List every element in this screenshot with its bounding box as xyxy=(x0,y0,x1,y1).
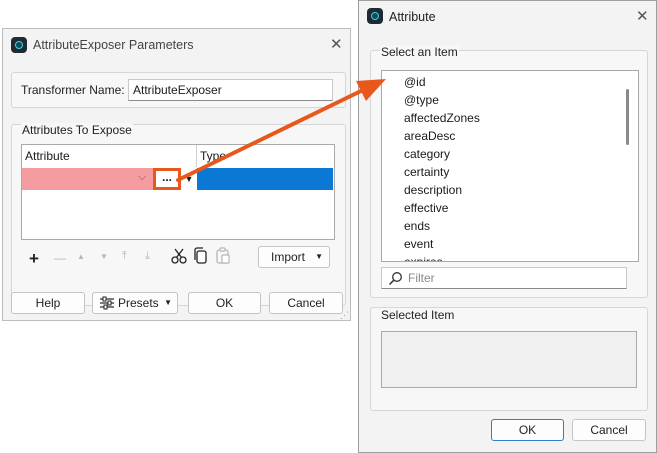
chevron-down-icon[interactable]: ⌵ xyxy=(138,171,146,184)
ok-button[interactable]: OK xyxy=(491,419,564,441)
list-item[interactable]: description xyxy=(404,183,462,197)
attribute-list[interactable]: @id @type affectedZones areaDesc categor… xyxy=(381,70,639,262)
resize-grip-icon[interactable]: ⋰ xyxy=(340,310,349,321)
dialog-title: AttributeExposer Parameters xyxy=(33,38,194,52)
selected-item-label: Selected Item xyxy=(380,308,456,322)
title-bar: AttributeExposer Parameters ✕ xyxy=(3,29,350,61)
title-bar: Attribute ✕ xyxy=(359,1,656,33)
close-icon[interactable]: ✕ xyxy=(330,37,343,52)
list-item[interactable]: @id xyxy=(404,75,426,89)
attribute-name-cell[interactable]: ⌵ xyxy=(22,168,153,190)
type-dropdown-arrow-icon[interactable]: ▼ xyxy=(181,168,197,190)
attributes-group-label: Attributes To Expose xyxy=(21,123,133,137)
list-item[interactable]: affectedZones xyxy=(404,111,480,125)
dialog-title: Attribute xyxy=(389,10,436,24)
selected-item-box xyxy=(381,331,637,388)
help-button[interactable]: Help xyxy=(11,292,85,314)
list-item[interactable]: event xyxy=(404,237,433,251)
column-header-attribute[interactable]: Attribute xyxy=(22,145,197,167)
fme-app-icon xyxy=(11,37,27,53)
fme-app-icon xyxy=(367,8,383,24)
search-icon xyxy=(388,272,402,286)
chevron-down-icon: ▼ xyxy=(315,252,323,261)
move-to-top-button[interactable]: ⤒ xyxy=(122,251,127,262)
column-header-type[interactable]: Type xyxy=(197,145,333,167)
list-item[interactable]: effective xyxy=(404,201,448,215)
filter-placeholder: Filter xyxy=(408,271,435,285)
add-row-button[interactable]: + xyxy=(29,250,39,267)
list-item[interactable]: @type xyxy=(404,93,439,107)
attributes-table: Attribute Type ⌵ ... ▼ xyxy=(21,144,335,240)
select-item-group: Select an Item @id @type affectedZones a… xyxy=(370,45,648,298)
transformer-name-label: Transformer Name: xyxy=(21,83,125,97)
attribute-picker-dialog: Attribute ✕ Select an Item @id @type aff… xyxy=(358,0,657,453)
selected-item-group: Selected Item xyxy=(370,307,648,411)
cut-icon[interactable] xyxy=(170,247,188,265)
list-item[interactable]: certainty xyxy=(404,165,449,179)
remove-row-button[interactable]: — xyxy=(54,252,66,264)
list-item[interactable]: category xyxy=(404,147,450,161)
ok-button[interactable]: OK xyxy=(188,292,261,314)
cancel-button[interactable]: Cancel xyxy=(572,419,646,441)
cancel-button[interactable]: Cancel xyxy=(269,292,343,314)
move-down-button[interactable]: ▼ xyxy=(100,253,108,261)
import-dropdown-button[interactable]: Import ▼ xyxy=(258,246,330,268)
copy-icon[interactable] xyxy=(193,247,209,265)
list-item[interactable]: areaDesc xyxy=(404,129,455,143)
attributeexposer-parameters-dialog: AttributeExposer Parameters ✕ Transforme… xyxy=(2,28,351,321)
list-item[interactable]: ends xyxy=(404,219,430,233)
import-button-label: Import xyxy=(271,250,306,264)
list-item[interactable]: expires xyxy=(404,255,443,261)
presets-dropdown-button[interactable]: Presets ▼ xyxy=(92,292,178,314)
chevron-down-icon: ▼ xyxy=(164,298,172,307)
list-scrollbar[interactable] xyxy=(626,89,629,145)
transformer-name-input[interactable]: AttributeExposer xyxy=(128,79,333,101)
paste-icon[interactable] xyxy=(215,247,231,265)
attribute-type-cell[interactable] xyxy=(197,168,333,190)
presets-button-label: Presets xyxy=(118,296,159,310)
move-up-button[interactable]: ▲ xyxy=(77,253,85,261)
ellipsis-button[interactable]: ... xyxy=(153,168,181,190)
move-to-bottom-button[interactable]: ⤓ xyxy=(145,251,150,262)
close-icon[interactable]: ✕ xyxy=(636,9,649,24)
sliders-icon xyxy=(100,296,114,310)
filter-input[interactable]: Filter xyxy=(381,267,627,289)
select-item-label: Select an Item xyxy=(380,45,459,59)
attributes-to-expose-group: Attributes To Expose Attribute Type ⌵ ..… xyxy=(11,123,346,306)
transformer-name-group: Transformer Name: AttributeExposer xyxy=(11,72,346,108)
